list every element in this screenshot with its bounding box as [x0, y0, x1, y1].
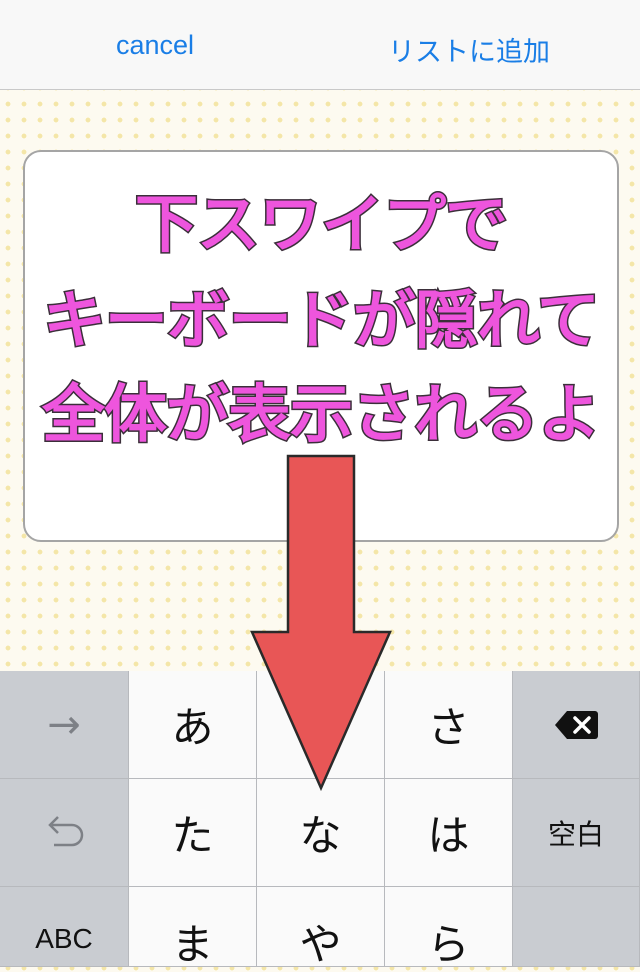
arrow-right-icon: → — [47, 701, 81, 748]
space-key[interactable]: 空白 — [513, 779, 640, 887]
key-a[interactable]: あ — [129, 671, 257, 779]
key-label: ら — [427, 920, 470, 969]
key-label: は — [427, 811, 470, 860]
return-key[interactable] — [513, 887, 640, 967]
key-label: さ — [427, 703, 470, 752]
key-ha[interactable]: は — [385, 779, 513, 887]
delete-key[interactable] — [513, 671, 640, 779]
undo-key[interactable] — [0, 779, 129, 887]
key-sa[interactable]: さ — [385, 671, 513, 779]
key-label: ABC — [35, 923, 93, 954]
instruction-line-2: キーボードが隠れて — [41, 283, 601, 359]
key-label: ま — [171, 920, 214, 969]
abc-mode-key[interactable]: ABC — [0, 887, 129, 967]
key-ma[interactable]: ま — [129, 887, 257, 969]
instruction-line-1: 下スワイプで — [134, 187, 510, 263]
key-na[interactable]: な — [257, 779, 385, 887]
key-ya[interactable]: や — [257, 887, 385, 969]
instruction-line-3: 全体が表示されるよ — [41, 377, 603, 453]
kana-keyboard: → あ か さ た な は 空白 ABC ま や ら — [0, 671, 640, 969]
key-label: た — [171, 811, 214, 860]
key-ka[interactable]: か — [257, 671, 385, 779]
add-to-list-button[interactable]: リストに追加 — [388, 30, 550, 69]
instruction-card: 下スワイプで キーボードが隠れて 全体が表示されるよ — [23, 150, 619, 542]
key-label: や — [299, 920, 342, 969]
key-ta[interactable]: た — [129, 779, 257, 887]
navigation-bar: cancel リストに追加 — [0, 0, 640, 90]
cancel-button[interactable]: cancel — [116, 30, 194, 61]
key-label: あ — [171, 703, 214, 752]
key-label: 空白 — [547, 818, 604, 850]
delete-icon — [555, 710, 598, 739]
next-candidate-key[interactable]: → — [0, 671, 129, 779]
key-label: か — [299, 703, 342, 752]
undo-icon — [48, 815, 84, 846]
key-ra[interactable]: ら — [385, 887, 513, 969]
key-label: な — [299, 811, 342, 860]
